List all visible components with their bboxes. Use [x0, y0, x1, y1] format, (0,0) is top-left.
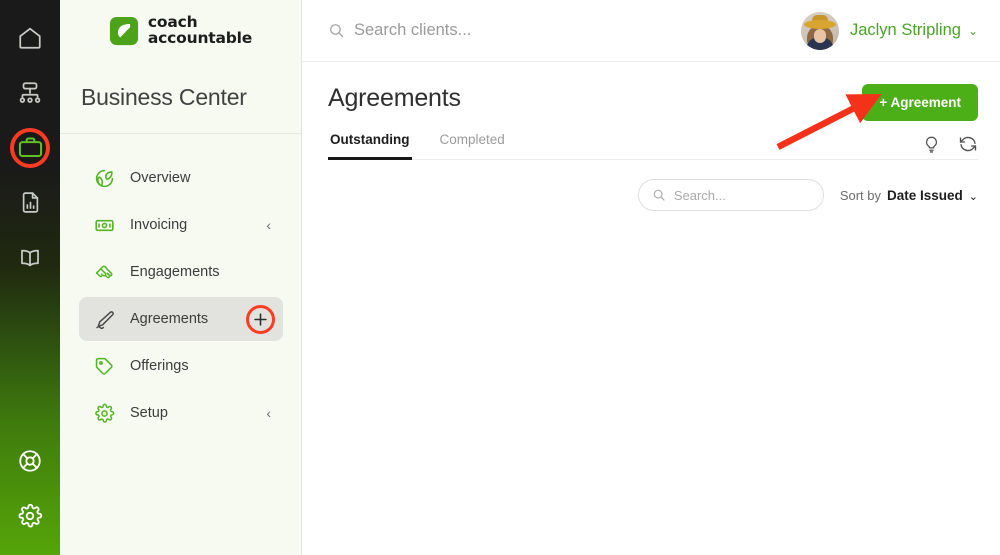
- user-name: Jaclyn Stripling: [849, 21, 961, 39]
- chevron-left-icon[interactable]: ‹: [266, 218, 271, 232]
- global-search-input[interactable]: Search clients...: [328, 21, 471, 40]
- sidebar-item-label: Overview: [130, 170, 191, 186]
- user-menu[interactable]: Jaclyn Stripling ⌄: [800, 11, 978, 50]
- global-search-placeholder: Search clients...: [354, 21, 472, 39]
- tab-outstanding[interactable]: Outstanding: [328, 132, 412, 160]
- sidebar-item-label: Invoicing: [130, 217, 188, 233]
- search-icon: [652, 188, 666, 202]
- rail-bottom-group: [0, 433, 60, 543]
- refresh-icon[interactable]: [958, 134, 978, 154]
- rail-item-settings[interactable]: [0, 488, 60, 543]
- add-agreement-shortcut-button[interactable]: [245, 304, 275, 334]
- chevron-down-icon: ⌄: [967, 23, 978, 38]
- brand-logo[interactable]: coach accountable: [60, 0, 301, 62]
- tag-icon: [91, 356, 117, 377]
- sidebar-item-label: Agreements: [130, 311, 209, 327]
- briefcase-icon: [18, 137, 42, 158]
- rail-item-library[interactable]: [0, 230, 60, 285]
- search-icon: [328, 22, 345, 39]
- page-content: Agreements + Agreement Outstanding Compl…: [302, 62, 1000, 555]
- page-header: Agreements + Agreement: [328, 62, 978, 121]
- sidebar-item-offerings[interactable]: Offerings: [79, 344, 283, 388]
- sidebar-item-setup[interactable]: Setup ‹: [79, 391, 283, 435]
- book-icon: [21, 249, 39, 266]
- sort-by-control[interactable]: Sort by Date Issued ⌄: [840, 188, 978, 203]
- sidebar-nav: Overview Invoicing ‹ Engagements Agreeme…: [60, 134, 301, 438]
- money-icon: [91, 215, 117, 236]
- rail-item-business-center[interactable]: [0, 120, 60, 175]
- sidebar: coach accountable Business Center Overvi…: [60, 0, 302, 555]
- add-agreement-button[interactable]: + Agreement: [862, 84, 978, 121]
- rail-item-help[interactable]: [0, 433, 60, 488]
- sidebar-item-label: Offerings: [130, 358, 189, 374]
- sidebar-item-label: Setup: [130, 405, 168, 421]
- sidebar-item-label: Engagements: [130, 264, 220, 280]
- rail-top-group: [0, 0, 60, 285]
- home-icon: [19, 27, 41, 49]
- page-title: Agreements: [328, 84, 461, 112]
- brand-wordmark: coach accountable: [147, 14, 253, 47]
- org-chart-icon: [19, 81, 41, 103]
- handshake-icon: [91, 262, 117, 283]
- gear-icon: [91, 403, 117, 424]
- lightbulb-icon[interactable]: [922, 135, 941, 154]
- rail-item-home[interactable]: [0, 10, 60, 65]
- coach-accountable-logo-mark: [109, 16, 138, 46]
- signature-pen-icon: [91, 309, 117, 330]
- report-icon: [22, 192, 38, 213]
- sort-by-value: Date Issued: [887, 187, 963, 203]
- gear-icon: [18, 503, 43, 528]
- lifebuoy-icon: [19, 449, 41, 472]
- tab-bar: Outstanding Completed: [328, 132, 978, 160]
- sidebar-item-engagements[interactable]: Engagements: [79, 250, 283, 294]
- main-area: Search clients... Jaclyn Stripling ⌄ Agr…: [302, 0, 1000, 555]
- sidebar-item-invoicing[interactable]: Invoicing ‹: [79, 203, 283, 247]
- sidebar-item-agreements[interactable]: Agreements: [79, 297, 283, 341]
- tab-completed[interactable]: Completed: [438, 132, 507, 160]
- list-search-input[interactable]: Search...: [637, 179, 824, 211]
- tabs: Outstanding Completed: [328, 132, 533, 160]
- overview-leaf-icon: [91, 168, 117, 189]
- brand-line-2: accountable: [147, 29, 253, 47]
- primary-icon-rail: [0, 0, 60, 555]
- chevron-left-icon[interactable]: ‹: [266, 406, 271, 420]
- filter-bar: Search... Sort by Date Issued ⌄: [328, 179, 978, 211]
- list-search-placeholder: Search...: [673, 187, 726, 203]
- tab-actions: [922, 134, 978, 160]
- chevron-down-icon: ⌄: [968, 190, 978, 203]
- rail-item-reports[interactable]: [0, 175, 60, 230]
- add-highlight-ring: [245, 304, 275, 334]
- top-bar: Search clients... Jaclyn Stripling ⌄: [302, 0, 1000, 62]
- avatar: [800, 11, 839, 50]
- workspace-title: Business Center: [60, 62, 301, 134]
- sidebar-item-overview[interactable]: Overview: [79, 156, 283, 200]
- sort-by-label: Sort by: [839, 187, 881, 203]
- rail-item-team[interactable]: [0, 65, 60, 120]
- app-window: coach accountable Business Center Overvi…: [0, 0, 1000, 555]
